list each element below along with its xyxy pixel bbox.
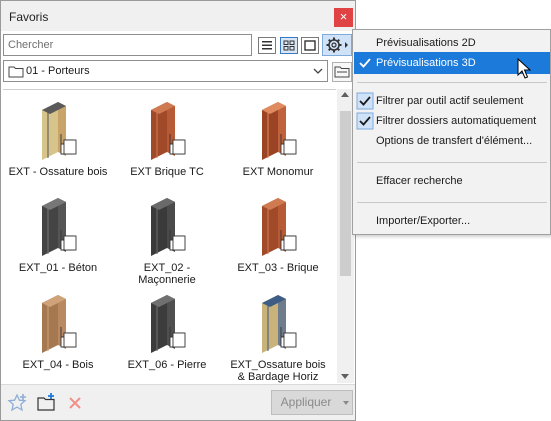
menu-item-label: Filtrer dossiers automatiquement xyxy=(376,115,537,127)
wall-preview-icon xyxy=(151,295,186,353)
favorite-item-label: EXT - Ossature bois xyxy=(8,166,108,178)
close-button[interactable]: × xyxy=(334,8,353,27)
favorites-grid: EXT - Ossature bois EXT Brique TC EXT Mono… xyxy=(3,89,336,383)
menu-item-label: Filtrer par outil actif seulement xyxy=(376,95,524,107)
wall-preview-icon xyxy=(262,295,297,353)
wall-preview-icon xyxy=(262,198,297,256)
title-bar: Favoris × xyxy=(1,1,355,31)
wall-preview-icon xyxy=(151,102,186,160)
settings-menu-button[interactable] xyxy=(322,34,352,56)
menu-item[interactable]: Importer/Exporter... xyxy=(354,210,550,232)
large-preview-button[interactable] xyxy=(301,37,319,54)
wall-preview-icon xyxy=(42,295,77,353)
wall-preview-icon xyxy=(151,198,186,256)
folder-icon xyxy=(8,66,24,78)
chevron-down-icon xyxy=(313,68,323,74)
menu-item-label: Prévisualisations 3D xyxy=(376,57,476,69)
menu-separator xyxy=(357,162,547,163)
favorite-item-label: EXT_Ossature bois & Bardage Horiz xyxy=(230,359,326,383)
window-title: Favoris xyxy=(9,10,49,24)
menu-item[interactable]: Options de transfert d'élément... xyxy=(354,130,550,152)
wall-preview-icon xyxy=(42,102,77,160)
favorite-item-label: EXT Brique TC xyxy=(130,166,204,178)
list-view-button[interactable] xyxy=(258,37,276,54)
add-favorite-button[interactable] xyxy=(7,392,29,414)
menu-separator xyxy=(357,82,547,83)
menu-item[interactable]: Effacer recherche xyxy=(354,170,550,192)
wall-preview-icon xyxy=(42,198,77,256)
scroll-down-arrow[interactable] xyxy=(341,374,349,379)
favorite-item-label: EXT Monomur xyxy=(242,166,314,178)
close-icon: × xyxy=(339,9,348,24)
large-preview-icon xyxy=(304,40,316,51)
checkmark-icon xyxy=(356,112,374,130)
bottom-toolbar: Appliquer xyxy=(1,384,355,420)
scroll-up-arrow[interactable] xyxy=(341,92,349,97)
folder-dropdown-label: 01 - Porteurs xyxy=(26,65,90,77)
list-view-icon xyxy=(262,41,272,50)
apply-dropdown-button[interactable] xyxy=(340,390,353,415)
menu-item-label: Effacer recherche xyxy=(376,175,463,187)
checkmark-icon xyxy=(356,92,374,110)
new-folder-icon xyxy=(37,393,55,411)
favorite-item-label: EXT_04 - Bois xyxy=(22,359,94,371)
scrollbar-thumb[interactable] xyxy=(340,111,351,276)
new-folder-button[interactable] xyxy=(36,392,58,414)
delete-icon xyxy=(69,397,81,409)
grid-view-button[interactable] xyxy=(280,37,298,54)
gear-icon xyxy=(326,37,348,53)
search-row xyxy=(1,34,355,58)
add-favorite-icon xyxy=(7,393,27,412)
grid-view-icon xyxy=(283,40,295,51)
favorite-item-label: EXT_06 - Pierre xyxy=(127,359,207,371)
favorite-item-label: EXT_02 - Maçonnerie xyxy=(138,262,196,286)
menu-item-label: Options de transfert d'élément... xyxy=(376,135,533,147)
menu-separator xyxy=(357,202,547,203)
menu-item[interactable]: Prévisualisations 2D xyxy=(354,32,550,54)
folder-browse-button[interactable] xyxy=(332,62,352,82)
mouse-cursor-icon xyxy=(517,58,532,79)
menu-item[interactable]: Filtrer par outil actif seulement xyxy=(354,90,550,112)
search-input[interactable] xyxy=(3,34,252,56)
wall-preview-icon xyxy=(262,102,297,160)
menu-item-label: Prévisualisations 2D xyxy=(376,37,476,49)
folder-browse-icon xyxy=(334,66,350,78)
favorite-item-label: EXT_01 - Béton xyxy=(18,262,98,274)
menu-item-label: Importer/Exporter... xyxy=(376,215,471,227)
delete-button[interactable] xyxy=(65,392,87,414)
favorites-panel: Favoris × Chercher 01 - Porteurs EXT - O… xyxy=(0,0,356,421)
favorite-item-label: EXT_03 - Brique xyxy=(237,262,319,274)
menu-item[interactable]: Filtrer dossiers automatiquement xyxy=(354,110,550,132)
chevron-down-icon xyxy=(343,401,349,405)
apply-button[interactable]: Appliquer xyxy=(271,390,341,415)
checkmark-icon xyxy=(359,58,371,68)
folder-row: 01 - Porteurs xyxy=(1,60,355,84)
folder-dropdown[interactable]: 01 - Porteurs xyxy=(3,60,328,82)
